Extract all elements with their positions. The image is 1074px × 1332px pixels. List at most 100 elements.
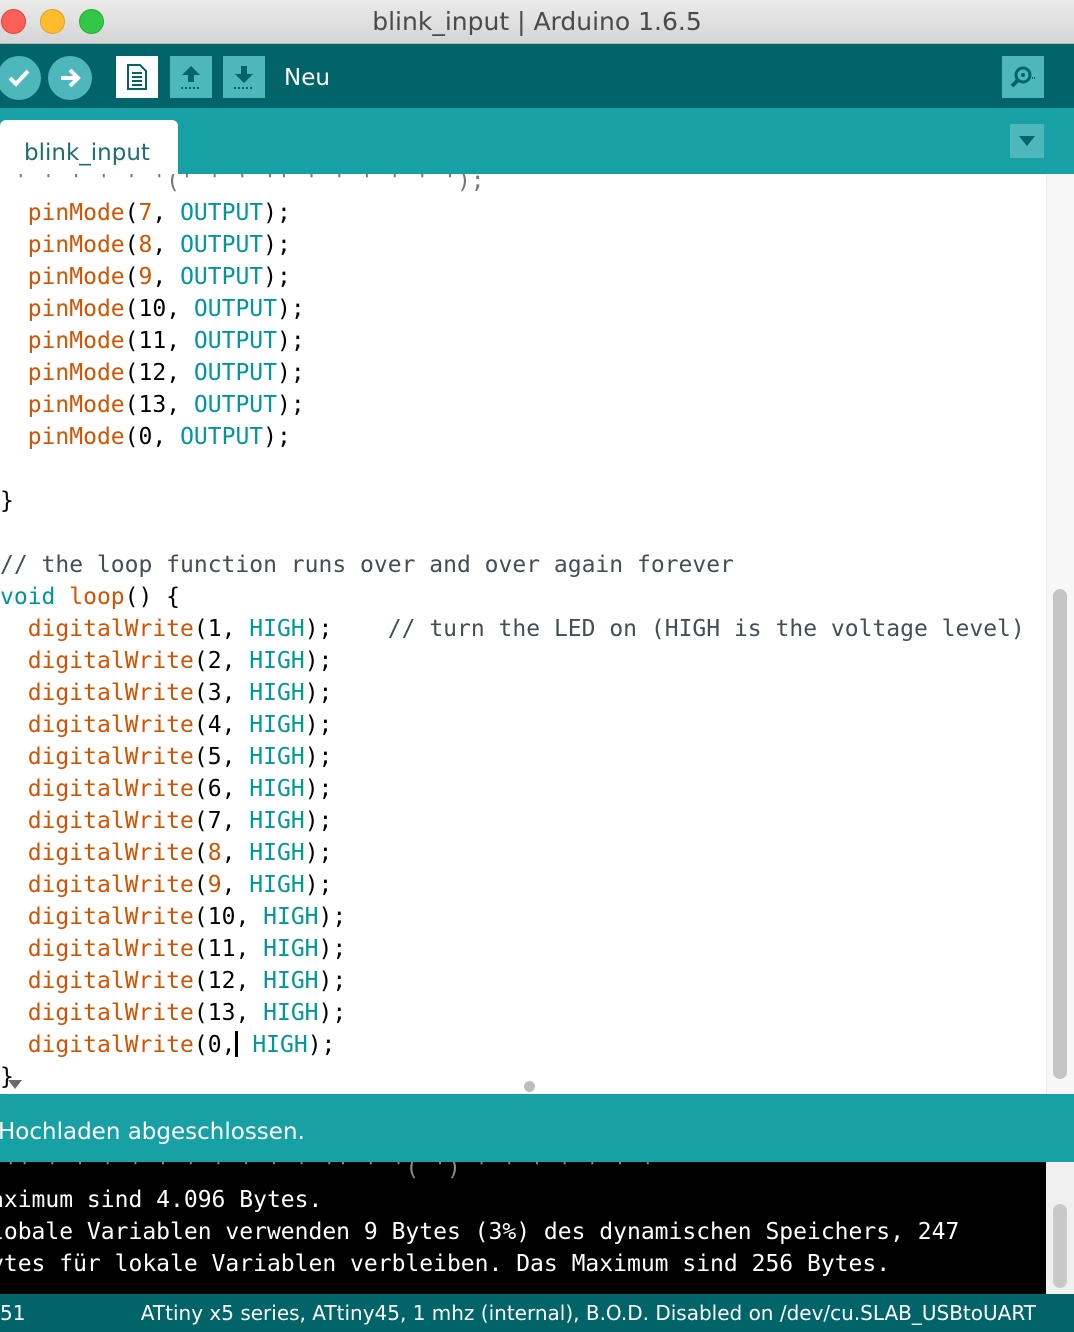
code-constant: OUTPUT: [180, 264, 264, 290]
code-punct: );: [304, 840, 333, 866]
code-punct: (: [124, 328, 139, 354]
code-comment: // turn the LED on (HIGH is the voltage …: [332, 616, 1025, 642]
code-punct: (: [193, 1032, 208, 1058]
code-punct: (: [193, 968, 208, 994]
code-punct: ,: [221, 1032, 236, 1058]
code-number: 9: [207, 872, 222, 898]
code-constant: HIGH: [249, 776, 305, 802]
arrow-down-icon: [234, 66, 254, 89]
code-number: 12: [138, 360, 167, 386]
code-function: pinMode: [27, 232, 125, 258]
code-constant: HIGH: [263, 904, 319, 930]
code-punct: );: [304, 648, 333, 674]
code-line: pinMode(12, OUTPUT);: [0, 360, 305, 386]
code-constant: OUTPUT: [193, 392, 277, 418]
code-punct: (: [193, 936, 208, 962]
loop-open: () {: [124, 584, 181, 610]
board-info: ATtiny x5 series, ATtiny45, 1 mhz (inter…: [140, 1301, 1036, 1325]
code-number: 8: [138, 232, 153, 258]
code-line: digitalWrite(1, HIGH); // turn the LED o…: [0, 616, 1025, 642]
code-number: 7: [207, 808, 222, 834]
code-punct: );: [318, 968, 347, 994]
code-punct: (: [124, 200, 139, 226]
code-number: 6: [207, 776, 222, 802]
code-number: 3: [207, 680, 222, 706]
code-punct: );: [263, 232, 291, 258]
code-punct: );: [304, 616, 333, 642]
code-punct: (: [193, 904, 208, 930]
console-line: lobale Variablen verwenden 9 Bytes (3%) …: [0, 1219, 960, 1245]
code-punct: );: [263, 200, 291, 226]
code-function: digitalWrite: [27, 1032, 194, 1058]
code-number: 4: [207, 712, 222, 738]
code-punct: ,: [221, 712, 250, 738]
code-line: digitalWrite(6, HIGH);: [0, 776, 333, 802]
code-punct: (: [193, 776, 208, 802]
code-line: digitalWrite(11, HIGH);: [0, 936, 347, 962]
console-output[interactable]: '' ' ' ' ' ' ' ' ' ' ' '' ' '( ') ' ' ' …: [0, 1162, 1074, 1294]
new-sketch-button[interactable]: [116, 56, 158, 98]
save-sketch-button[interactable]: [223, 56, 265, 98]
code-function: pinMode: [27, 424, 125, 450]
code-function: pinMode: [27, 328, 125, 354]
code-punct: (: [193, 744, 208, 770]
code-number: 2: [207, 648, 222, 674]
upload-button[interactable]: [48, 56, 92, 100]
code-punct: );: [304, 680, 333, 706]
code-constant: OUTPUT: [180, 232, 264, 258]
code-function: digitalWrite: [27, 968, 194, 994]
code-constant: HIGH: [249, 872, 305, 898]
line-number: 51: [0, 1301, 26, 1325]
code-text[interactable]: ' ' ' ' ' '(' ' ' '' ' ' ' ' ' '); pinMo…: [0, 174, 1025, 1093]
code-function: digitalWrite: [27, 744, 194, 770]
code-constant: HIGH: [263, 1000, 319, 1026]
check-icon: [8, 69, 30, 87]
code-line: digitalWrite(5, HIGH);: [0, 744, 333, 770]
code-editor[interactable]: ' ' ' ' ' '(' ' ' '' ' ' ' ' ' '); pinMo…: [0, 174, 1074, 1094]
chevron-down-icon: [1019, 136, 1035, 146]
serial-monitor-button[interactable]: [1002, 56, 1044, 98]
code-constant: HIGH: [252, 1032, 308, 1058]
tab-menu-button[interactable]: [1010, 124, 1044, 158]
code-function: pinMode: [27, 392, 125, 418]
code-function: digitalWrite: [27, 616, 194, 642]
code-punct: (: [124, 424, 139, 450]
code-punct: (: [193, 648, 208, 674]
code-punct: );: [304, 776, 333, 802]
code-line: pinMode(7, OUTPUT);: [0, 200, 291, 226]
code-function: digitalWrite: [27, 936, 194, 962]
tab-label: blink_input: [24, 140, 150, 166]
code-punct: );: [318, 1000, 347, 1026]
horizontal-scroll-indicator[interactable]: [524, 1081, 535, 1092]
code-punct: );: [304, 872, 333, 898]
magnifier-icon: [1010, 66, 1036, 88]
code-punct: ,: [221, 648, 250, 674]
console-scrollbar[interactable]: [1053, 1204, 1067, 1288]
code-punct: (: [193, 808, 208, 834]
code-function: digitalWrite: [27, 840, 194, 866]
code-number: 13: [207, 1000, 236, 1026]
setup-close-brace: }: [0, 488, 14, 514]
code-function: digitalWrite: [27, 872, 194, 898]
code-punct: );: [277, 392, 305, 418]
code-punct: (: [193, 616, 208, 642]
document-icon: [127, 64, 147, 90]
tab-blink-input[interactable]: blink_input: [0, 120, 178, 174]
code-punct: [238, 1032, 252, 1058]
code-punct: );: [277, 360, 305, 386]
code-constant: OUTPUT: [180, 200, 264, 226]
code-punct: );: [263, 264, 291, 290]
editor-scrollbar[interactable]: [1053, 589, 1067, 1079]
verify-button[interactable]: [0, 56, 41, 100]
code-function: digitalWrite: [27, 712, 194, 738]
open-sketch-button[interactable]: [170, 56, 212, 98]
code-function: digitalWrite: [27, 904, 194, 930]
code-constant: OUTPUT: [193, 296, 277, 322]
fold-triangle-icon[interactable]: [8, 1080, 22, 1089]
toolbar-hover-label: Neu: [284, 65, 330, 91]
code-punct: );: [277, 296, 305, 322]
code-function: digitalWrite: [27, 808, 194, 834]
code-punct: (: [124, 264, 139, 290]
code-line: digitalWrite(12, HIGH);: [0, 968, 347, 994]
code-constant: HIGH: [249, 712, 305, 738]
